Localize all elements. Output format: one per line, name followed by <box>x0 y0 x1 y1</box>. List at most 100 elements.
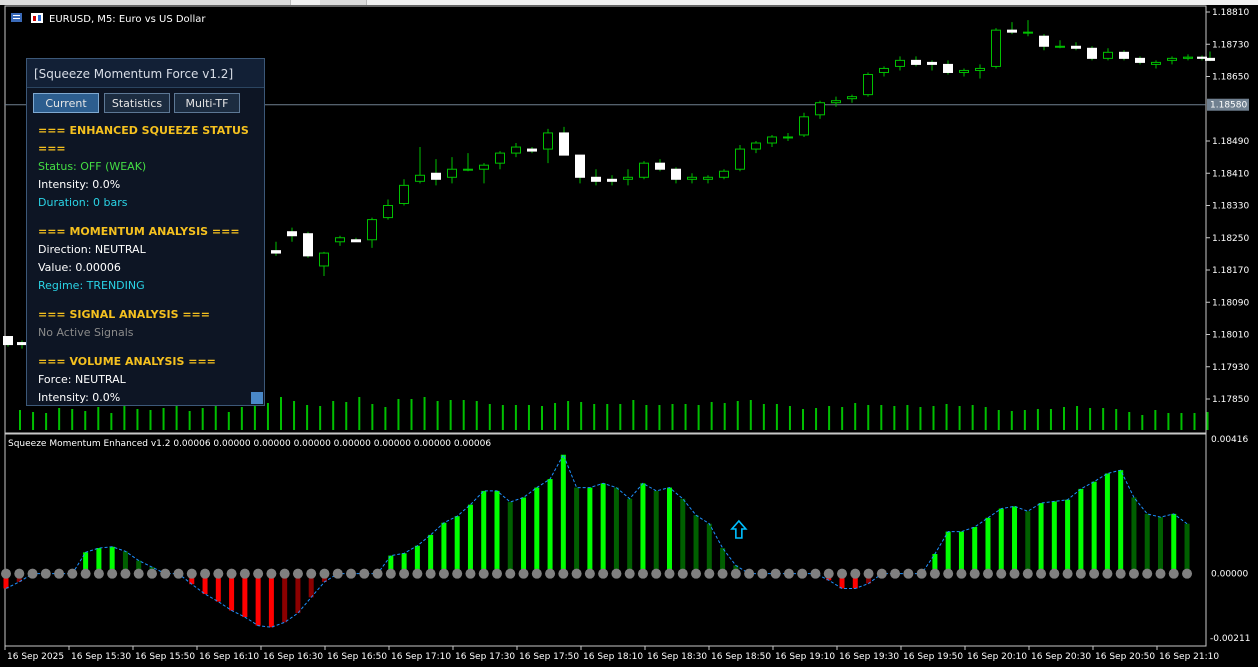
squeeze-dot <box>1102 568 1113 579</box>
candle-body[interactable] <box>351 239 361 243</box>
candle-body[interactable] <box>1135 57 1145 63</box>
candle-body[interactable] <box>751 142 761 150</box>
candle-body[interactable] <box>383 205 393 219</box>
momentum-bar <box>1171 513 1177 574</box>
candle-body[interactable] <box>1087 47 1097 59</box>
momentum-bar <box>613 487 619 574</box>
candle-body[interactable] <box>991 29 1001 67</box>
candle-body[interactable] <box>879 67 889 73</box>
squeeze-panel[interactable]: [Squeeze Momentum Force v1.2] Current St… <box>26 58 265 406</box>
candle-body[interactable] <box>495 152 505 164</box>
time-label: 16 Sep 16:10 <box>199 652 259 662</box>
candle-body[interactable] <box>575 154 585 178</box>
momentum-bar <box>295 573 301 614</box>
squeeze-dot <box>1182 568 1193 579</box>
candle-body[interactable] <box>1103 51 1113 59</box>
candle-body[interactable] <box>671 168 681 180</box>
squeeze-dot <box>332 568 343 579</box>
squeeze-dot <box>558 568 569 579</box>
candle-body[interactable] <box>767 136 777 144</box>
squeeze-dot <box>173 568 184 579</box>
candle-body[interactable] <box>1205 57 1215 61</box>
squeeze-dot <box>730 568 741 579</box>
one-click-trading-icon[interactable] <box>31 13 43 23</box>
candle-body[interactable] <box>447 168 457 178</box>
squeeze-dot <box>1036 568 1047 579</box>
candle-body[interactable] <box>543 132 553 150</box>
candle-body[interactable] <box>1167 57 1177 61</box>
candle-body[interactable] <box>303 233 313 257</box>
candle-body[interactable] <box>895 59 905 67</box>
panel-resize-handle[interactable] <box>251 392 263 404</box>
candle-body[interactable] <box>1071 45 1081 49</box>
squeeze-dot <box>518 568 529 579</box>
momentum-bar <box>454 516 460 574</box>
candle-body[interactable] <box>831 100 841 104</box>
candle-body[interactable] <box>3 336 13 346</box>
candle-body[interactable] <box>655 162 665 170</box>
candle-body[interactable] <box>463 168 473 171</box>
tab-current[interactable]: Current <box>33 93 99 113</box>
candle-body[interactable] <box>623 176 633 180</box>
candle-body[interactable] <box>367 219 377 241</box>
candle-body[interactable] <box>479 164 489 170</box>
candle-body[interactable] <box>1183 56 1193 59</box>
candle-body[interactable] <box>1023 31 1033 34</box>
candle-body[interactable] <box>863 73 873 96</box>
squeeze-dot <box>1115 568 1126 579</box>
momentum-bar <box>1157 517 1163 574</box>
candle-body[interactable] <box>687 176 697 180</box>
candle-body[interactable] <box>511 146 521 154</box>
momentum-bar <box>945 531 951 574</box>
momentum-bar <box>627 498 633 574</box>
candle-body[interactable] <box>639 162 649 178</box>
squeeze-dot <box>1009 568 1020 579</box>
candle-body[interactable] <box>735 148 745 170</box>
momentum-bar <box>255 573 261 626</box>
candle-body[interactable] <box>847 96 857 100</box>
candle-body[interactable] <box>959 69 969 73</box>
candle-body[interactable] <box>815 102 825 116</box>
candle-body[interactable] <box>927 61 937 65</box>
candle-body[interactable] <box>527 148 537 152</box>
candle-body[interactable] <box>1151 61 1161 65</box>
squeeze-dot <box>385 568 396 579</box>
candle-body[interactable] <box>607 178 617 182</box>
candle-body[interactable] <box>719 170 729 178</box>
tab-multi-tf[interactable]: Multi-TF <box>174 93 240 113</box>
momentum-bar <box>547 479 553 574</box>
candle-body[interactable] <box>287 231 297 237</box>
momentum-bar <box>1118 470 1124 574</box>
tab-statistics[interactable]: Statistics <box>104 93 170 113</box>
candle-body[interactable] <box>559 132 569 156</box>
chart-type-icon-line <box>13 18 20 19</box>
candle-body[interactable] <box>1055 45 1065 48</box>
candle-body[interactable] <box>591 176 601 182</box>
candle-body[interactable] <box>399 184 409 204</box>
squeeze-dot <box>1168 568 1179 579</box>
candle-body[interactable] <box>335 237 345 243</box>
squeeze-dot <box>704 568 715 579</box>
candle-body[interactable] <box>783 136 793 139</box>
candle-body[interactable] <box>943 63 953 73</box>
squeeze-dot <box>186 568 197 579</box>
candle-body[interactable] <box>703 176 713 180</box>
candle-body[interactable] <box>911 59 921 65</box>
squeeze-dot <box>133 568 144 579</box>
candle-body[interactable] <box>799 116 809 136</box>
candle-body[interactable] <box>975 67 985 71</box>
panel-title[interactable]: [Squeeze Momentum Force v1.2] <box>27 59 264 88</box>
price-label: 1.18810 <box>1212 8 1249 18</box>
candle-body[interactable] <box>1119 51 1129 59</box>
candle-body[interactable] <box>271 250 281 254</box>
squeeze-dot <box>783 568 794 579</box>
candle-body[interactable] <box>1039 35 1049 47</box>
candle-body[interactable] <box>431 172 441 180</box>
candle-body[interactable] <box>415 174 425 182</box>
candle-body[interactable] <box>319 252 329 267</box>
price-label: 1.18650 <box>1212 73 1249 83</box>
squeeze-dot <box>969 568 980 579</box>
momentum-bar <box>242 573 248 618</box>
candle-body[interactable] <box>1007 29 1017 33</box>
squeeze-dot <box>929 568 940 579</box>
